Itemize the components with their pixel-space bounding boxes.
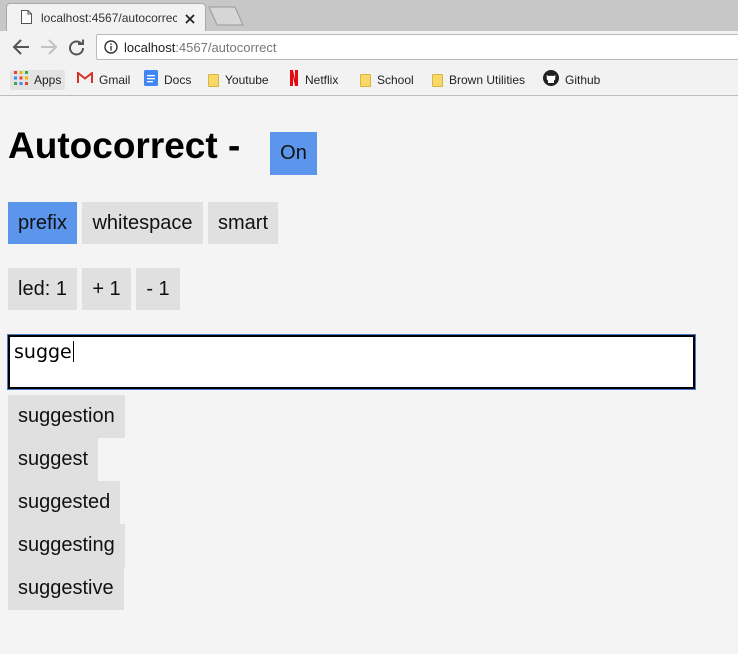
bookmark-github[interactable]: Github — [543, 69, 601, 91]
bookmark-apps[interactable]: Apps — [10, 70, 66, 90]
bookmark-gmail[interactable]: Gmail — [77, 70, 130, 90]
back-arrow-icon[interactable] — [12, 39, 30, 60]
bookmark-label: Docs — [164, 73, 192, 87]
browser-tab[interactable]: localhost:4567/autocorrect — [6, 3, 206, 31]
github-icon — [543, 69, 559, 91]
gmail-icon — [77, 70, 93, 89]
bookmark-label: Gmail — [99, 73, 131, 87]
page-title: Autocorrect - — [8, 125, 241, 166]
bookmark-youtube[interactable]: Youtube — [208, 70, 269, 90]
browser-toolbar: localhost:4567/autocorrect — [0, 31, 738, 63]
new-tab-button[interactable] — [208, 6, 244, 31]
suggestion-item[interactable]: suggested — [8, 481, 120, 524]
suggestion-item[interactable]: suggestion — [8, 395, 125, 438]
folder-icon — [360, 73, 371, 87]
url-text: localhost:4567/autocorrect — [124, 40, 277, 55]
bookmark-label: Youtube — [225, 73, 269, 87]
reload-icon[interactable] — [68, 39, 85, 61]
bookmark-brown-utilities[interactable]: Brown Utilities — [432, 70, 525, 90]
suggestion-item[interactable]: suggestive — [8, 567, 124, 610]
tab-strip: localhost:4567/autocorrect — [0, 0, 738, 31]
url-path: :4567/autocorrect — [175, 40, 277, 55]
bookmark-label: Github — [565, 73, 601, 87]
page-icon — [21, 10, 32, 29]
forward-arrow-icon[interactable] — [40, 39, 58, 60]
led-increment-button[interactable]: + 1 — [82, 268, 131, 310]
bookmark-label: School — [377, 73, 414, 87]
bookmark-netflix[interactable]: Netflix — [289, 69, 339, 91]
netflix-icon — [289, 69, 299, 91]
bookmark-school[interactable]: School — [360, 70, 414, 90]
suggestion-item[interactable]: suggesting — [8, 524, 125, 567]
docs-icon — [144, 69, 158, 91]
bookmark-label: Apps — [34, 73, 62, 87]
info-icon[interactable] — [104, 40, 118, 59]
text-caret — [73, 341, 74, 362]
apps-grid-icon — [14, 70, 28, 90]
folder-icon — [208, 73, 219, 87]
input-value: sugge — [14, 341, 72, 363]
autocorrect-toggle-button[interactable]: On — [270, 132, 317, 175]
led-decrement-button[interactable]: - 1 — [136, 268, 180, 310]
whitespace-mode-button[interactable]: whitespace — [82, 202, 203, 244]
prefix-mode-button[interactable]: prefix — [8, 202, 77, 244]
bookmark-label: Netflix — [305, 73, 339, 87]
tab-title: localhost:4567/autocorrect — [41, 11, 177, 25]
led-value-button[interactable]: led: 1 — [8, 268, 77, 310]
close-tab-icon[interactable] — [185, 11, 195, 29]
url-host: localhost — [124, 40, 176, 55]
bookmarks-bar: Apps Gmail Docs Youtube Netflix School B… — [0, 63, 738, 96]
address-bar[interactable]: localhost:4567/autocorrect — [96, 34, 738, 60]
smart-mode-button[interactable]: smart — [208, 202, 278, 244]
bookmark-label: Brown Utilities — [449, 73, 526, 87]
folder-icon — [432, 73, 443, 87]
autocorrect-input[interactable]: sugge — [7, 334, 696, 390]
suggestion-item[interactable]: suggest — [8, 438, 98, 481]
bookmark-docs[interactable]: Docs — [144, 69, 192, 91]
